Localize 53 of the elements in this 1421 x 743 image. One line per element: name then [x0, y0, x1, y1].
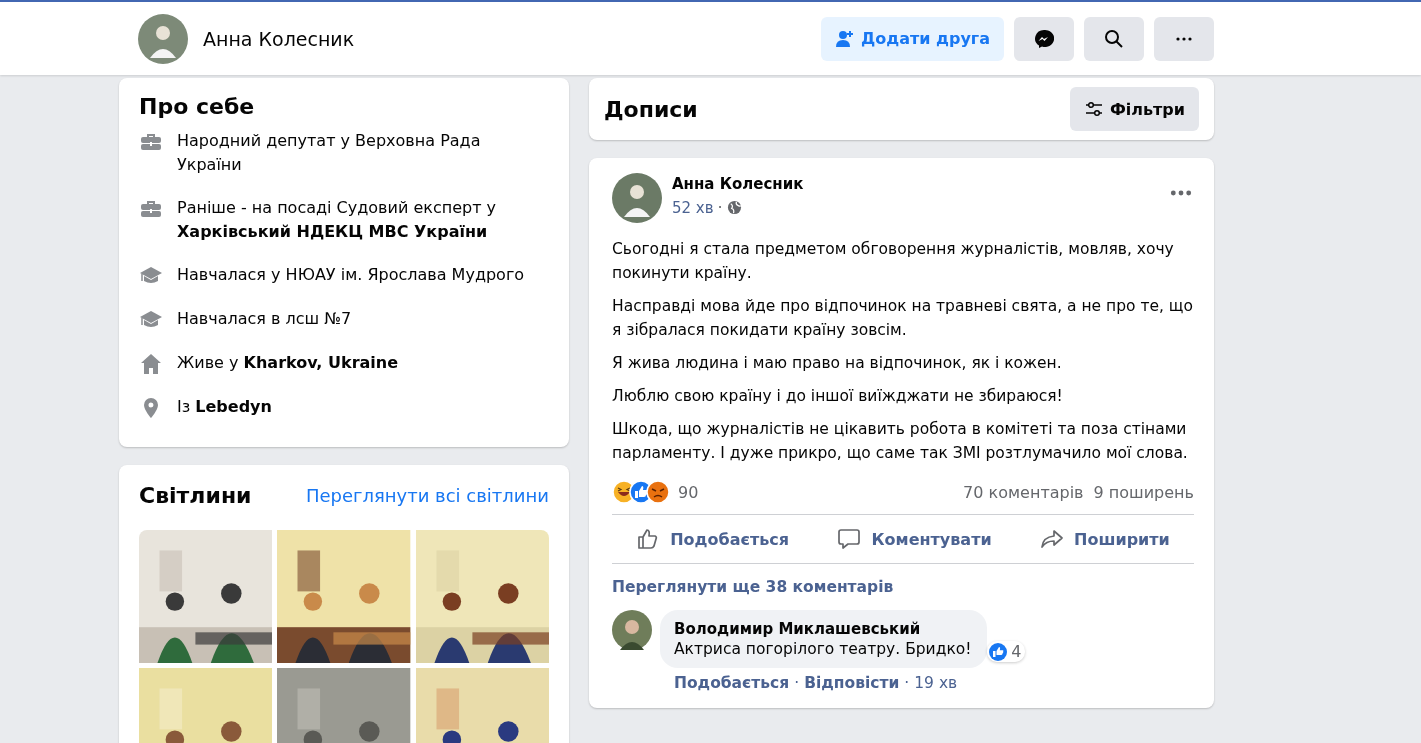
post-paragraph: Насправді мова йде про відпочинок на травневі свята, а не про те, що я зібралася покидати країну зовсім. [612, 296, 1194, 341]
avatar[interactable] [612, 173, 662, 223]
avatar[interactable] [612, 610, 652, 650]
add-friend-button[interactable]: Додати друга [821, 16, 1004, 61]
about-item: Навчалася у НЮАУ ім. Ярослава Мудрого [177, 264, 525, 286]
comment-time[interactable]: 19 хв [914, 674, 958, 692]
like-button[interactable]: Подобається [630, 519, 796, 559]
messenger-icon [1034, 28, 1054, 49]
separator-dot: · [794, 674, 800, 692]
comment-text: Актриса погорілого театру. Бридко! [674, 640, 972, 658]
card-title: Світлини [139, 483, 252, 508]
reply-link[interactable]: Відповісти [804, 674, 900, 692]
profile-name: Анна Колесник [203, 27, 355, 50]
add-person-icon [835, 28, 855, 49]
about-item: Живе у Kharkov, Ukraine [177, 352, 399, 374]
search-button[interactable] [1084, 16, 1144, 61]
speech-bubble-icon [837, 527, 862, 551]
separator-dot: · [717, 198, 723, 217]
about-item: Навчалася в лсш №7 [177, 308, 352, 330]
about-item: Раніше - на посаді Судовий експерт у Харківський НДЕКЦ МВС України [177, 197, 498, 243]
post-paragraph: Люблю свою країну і до іншої виїжджати не збираюся! [612, 386, 1064, 407]
comment-button[interactable]: Коментувати [831, 519, 998, 559]
post-time[interactable]: 52 хв [672, 198, 714, 217]
card-title: Про себе [139, 94, 256, 119]
card-title: Дописи [604, 96, 698, 122]
globe-icon [726, 200, 742, 215]
separator-dot: · [904, 674, 910, 692]
post-paragraph: Шкода, що журналістів не цікавить робота в комітеті та поза стінами парламенту. І дуже прикро, що саме так ЗМІ розтлумачило мої слова. [612, 419, 1189, 464]
share-button[interactable]: Поширити [1034, 519, 1176, 559]
reaction-icons[interactable] [612, 480, 670, 504]
comment-like-link[interactable]: Подобається [674, 674, 790, 692]
post-paragraph: Сьогодні я стала предметом обговорення журналістів, мовляв, хочу покинути країну. [612, 239, 1175, 284]
see-all-photos-link[interactable]: Переглянути всі світлини [305, 485, 549, 506]
messenger-button[interactable] [1014, 16, 1074, 61]
post-paragraph: Я жива людина і маю право на відпочинок, як і кожен. [612, 353, 1063, 374]
sliders-icon [1083, 99, 1104, 119]
comment-reactions[interactable]: 4 [987, 641, 1026, 662]
more-icon[interactable] [1170, 189, 1192, 197]
comments-count-link[interactable]: 70 коментарів [963, 482, 1084, 502]
reaction-count[interactable]: 90 [678, 482, 699, 502]
shares-count-link[interactable]: 9 поширень [1093, 482, 1194, 502]
about-item: Із Lebedyn [177, 396, 272, 418]
author-link[interactable]: Анна Колесник [672, 175, 1160, 193]
like-icon [989, 642, 1008, 661]
more-icon [1176, 36, 1192, 41]
house-icon [139, 352, 163, 376]
about-item: Народний депутат у Верховна Рада України [177, 130, 482, 176]
view-more-comments-link[interactable]: Переглянути ще 38 коментарів [612, 578, 1194, 596]
filters-button[interactable]: Фільтри [1069, 87, 1199, 131]
search-icon [1104, 28, 1124, 49]
share-arrow-icon [1040, 527, 1065, 551]
comment-author-link[interactable]: Володимир Миклашевський [674, 620, 972, 638]
like-count: 4 [1011, 642, 1022, 661]
